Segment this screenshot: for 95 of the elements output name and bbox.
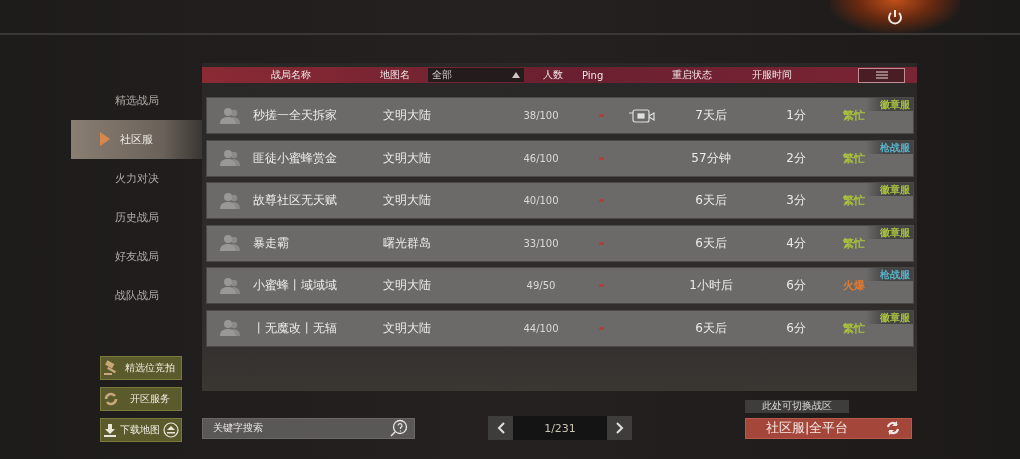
map-filter-dropdown[interactable]: 全部 <box>428 68 524 82</box>
server-status: 火爆 <box>843 278 866 293</box>
server-status: 繁忙 <box>843 235 866 251</box>
server-row[interactable]: 小蜜蜂丨域域域 文明大陆 49/50 1小时后 6分 火爆 枪战服 <box>206 267 914 304</box>
column-header: 重启状态 <box>671 68 713 82</box>
column-header: 人数 <box>542 68 564 82</box>
map-name: 文明大陆 <box>383 149 432 167</box>
chevron-right-icon <box>615 422 624 434</box>
refresh-icon <box>885 420 901 436</box>
server-status: 繁忙 <box>843 108 866 123</box>
refresh-icon <box>103 391 119 407</box>
restart-time: 6天后 <box>694 192 728 209</box>
column-header: 开服时间 <box>751 68 793 82</box>
map-name: 文明大陆 <box>383 107 432 124</box>
server-row[interactable]: 秒搓一全天拆家 文明大陆 38/100 7天后 1分 繁忙 徽章服 <box>206 97 914 134</box>
restart-time: 57分钟 <box>690 149 732 167</box>
open-time: 4分 <box>785 234 807 252</box>
players-icon <box>219 234 241 252</box>
players-icon <box>219 106 241 125</box>
player-count: 44/100 <box>522 322 560 334</box>
map-name: 文明大陆 <box>383 319 432 337</box>
open-time: 1分 <box>785 107 807 124</box>
sidebar-item[interactable]: 火力对决 <box>71 159 202 198</box>
play-icon <box>99 132 111 146</box>
players-icon <box>219 149 241 167</box>
open-time: 6分 <box>785 319 807 337</box>
player-count: 40/100 <box>522 195 560 206</box>
ping-icon <box>598 241 604 245</box>
server-name: 丨无魔改丨无辐 <box>253 319 338 337</box>
players-icon <box>219 319 241 337</box>
ping-icon <box>598 156 604 160</box>
player-count: 33/100 <box>522 237 560 249</box>
map-name: 文明大陆 <box>383 192 432 209</box>
sidebar-item[interactable]: 社区服 <box>71 120 202 159</box>
region-switch-button[interactable]: 社区服|全平台 <box>745 417 912 439</box>
server-status: 繁忙 <box>843 320 866 336</box>
menu-icon <box>875 71 888 79</box>
menu-button[interactable] <box>858 67 905 83</box>
server-name: 秒搓一全天拆家 <box>253 107 338 124</box>
server-status: 繁忙 <box>843 193 866 208</box>
search-icon <box>390 419 408 437</box>
player-count: 49/50 <box>525 280 557 291</box>
action-button[interactable]: 精选位竞拍 <box>100 356 182 380</box>
power-icon[interactable] <box>886 7 904 26</box>
open-time: 6分 <box>785 277 807 294</box>
server-row[interactable]: 暴走霸 曙光群岛 33/100 6天后 4分 繁忙 徽章服 <box>206 224 914 262</box>
chevron-left-icon <box>496 422 505 434</box>
players-icon <box>219 191 241 210</box>
restart-time: 6天后 <box>694 319 728 337</box>
restart-time: 1小时后 <box>688 277 734 294</box>
server-row[interactable]: 丨无魔改丨无辐 文明大陆 44/100 6天后 6分 繁忙 徽章服 <box>206 309 914 347</box>
search-field[interactable]: 关键字搜索 <box>202 417 415 439</box>
server-row[interactable]: 匪徒小蜜蜂赏金 文明大陆 46/100 57分钟 2分 繁忙 枪战服 <box>206 139 914 177</box>
map-name: 文明大陆 <box>383 277 432 294</box>
next-page-button[interactable] <box>607 416 632 440</box>
map-name: 曙光群岛 <box>383 234 432 252</box>
column-header: 战局名称 <box>270 68 312 82</box>
ping-icon <box>598 199 604 202</box>
action-button[interactable]: 开区服务 <box>100 387 182 411</box>
server-type-tag: 徽章服 <box>866 225 913 239</box>
hammer-icon <box>103 360 119 376</box>
player-count: 46/100 <box>522 152 560 164</box>
ping-icon <box>598 326 604 330</box>
action-button[interactable]: 下载地图 <box>100 418 182 442</box>
server-row[interactable]: 故尊社区无天赋 文明大陆 40/100 6天后 3分 繁忙 徽章服 <box>206 182 914 219</box>
server-name: 暴走霸 <box>253 234 290 252</box>
sidebar-item[interactable]: 战队战局 <box>71 276 202 315</box>
sidebar-item[interactable]: 好友战局 <box>71 237 202 276</box>
ping-icon <box>598 114 604 117</box>
eject-icon <box>163 422 179 438</box>
server-type-tag: 徽章服 <box>866 98 913 111</box>
restart-time: 6天后 <box>694 234 728 252</box>
player-count: 38/100 <box>522 110 560 121</box>
tooltip: 此处可切换战区 <box>745 399 849 413</box>
server-type-tag: 枪战服 <box>866 268 913 281</box>
download-icon <box>103 423 117 437</box>
players-icon <box>219 276 241 295</box>
previous-page-button[interactable] <box>488 416 513 440</box>
server-type-tag: 枪战服 <box>866 140 913 154</box>
open-time: 3分 <box>785 192 807 209</box>
column-header: 地图名 <box>380 68 411 82</box>
server-status: 繁忙 <box>843 150 866 166</box>
caret-icon <box>512 72 520 78</box>
page-indicator: 1/231 <box>513 416 607 440</box>
server-name: 匪徒小蜜蜂赏金 <box>253 149 338 167</box>
sidebar-item[interactable]: 精选战局 <box>71 81 202 120</box>
sidebar-item[interactable]: 历史战局 <box>71 198 202 237</box>
server-name: 小蜜蜂丨域域域 <box>253 277 338 294</box>
restart-time: 7天后 <box>694 107 728 124</box>
open-time: 2分 <box>785 149 807 167</box>
column-header: Ping <box>582 69 605 81</box>
server-name: 故尊社区无天赋 <box>253 192 338 209</box>
server-type-tag: 徽章服 <box>866 310 913 324</box>
ping-icon <box>598 284 604 287</box>
server-type-tag: 徽章服 <box>866 183 913 196</box>
